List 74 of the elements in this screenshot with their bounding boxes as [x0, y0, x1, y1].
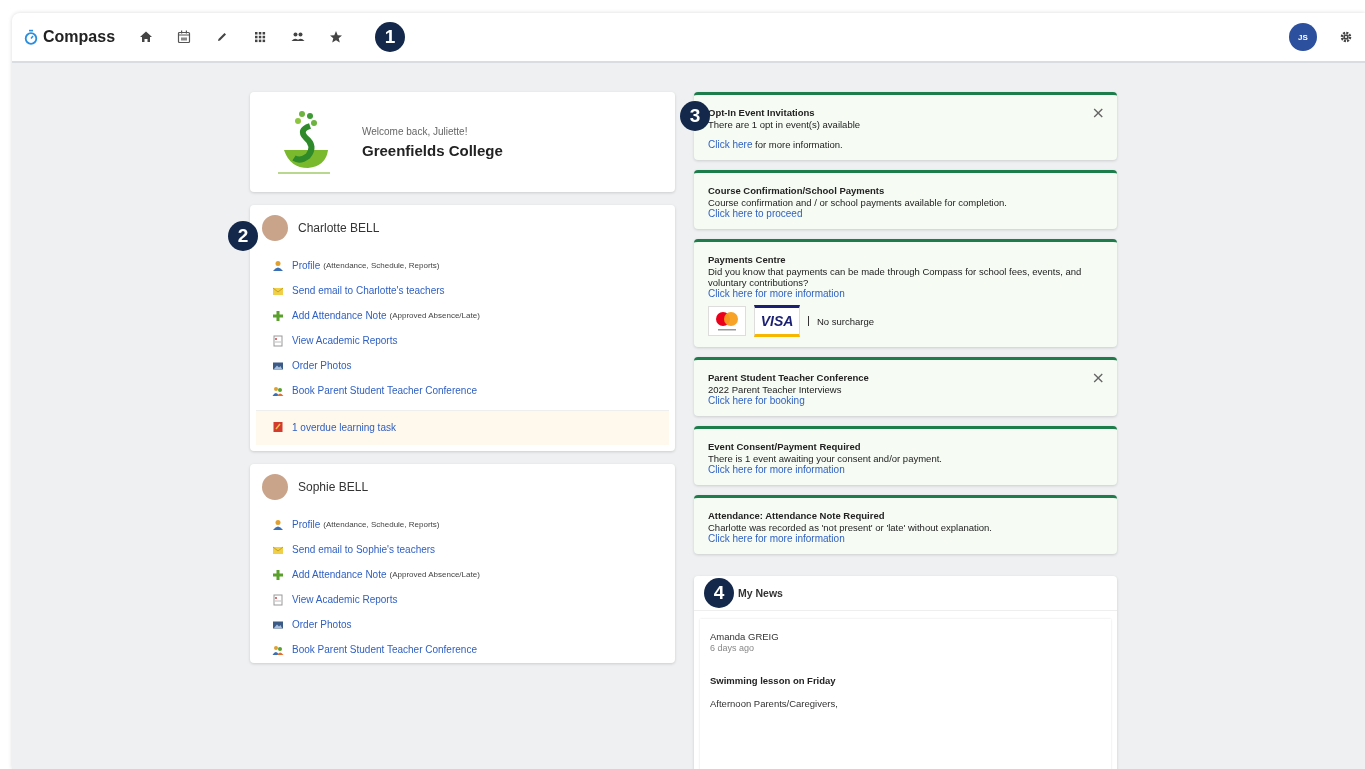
- grid-icon[interactable]: [253, 30, 268, 44]
- star-icon[interactable]: [329, 30, 344, 44]
- news-body: Afternoon Parents/Caregivers,: [710, 698, 839, 709]
- student-link[interactable]: View Academic Reports: [292, 594, 398, 605]
- visa-logo: VISA: [754, 305, 800, 337]
- book-icon: [272, 421, 284, 433]
- student-link[interactable]: Profile: [292, 260, 321, 271]
- callout-number: 4: [704, 578, 734, 608]
- alert-title: Event Consent/Payment Required: [708, 441, 861, 452]
- person-icon: [272, 518, 284, 531]
- alert-text: Did you know that payments can be made through Compass for school fees, events, and voluntary contributions?: [708, 266, 1083, 288]
- document-icon: [272, 593, 284, 606]
- student-link[interactable]: Book Parent Student Teacher Conference: [292, 644, 477, 655]
- news-subject: Swimming lesson on Friday: [710, 675, 837, 686]
- news-time: 6 days ago: [710, 643, 756, 653]
- student-link[interactable]: Order Photos: [292, 619, 352, 630]
- student-link[interactable]: Book Parent Student Teacher Conference: [292, 385, 477, 396]
- user-avatar[interactable]: JS: [1289, 23, 1317, 51]
- people-icon: [272, 643, 284, 656]
- document-icon: [272, 334, 284, 347]
- student-link[interactable]: Order Photos: [292, 360, 352, 371]
- alert-text: 2022 Parent Teacher Interviews: [708, 384, 842, 395]
- callout-number: 1: [375, 22, 406, 52]
- student-link[interactable]: Add Attendance Note: [292, 310, 387, 321]
- alert-text: Charlotte was recorded as 'not present' or 'late' without explanation.: [708, 522, 992, 533]
- alert-text: Click here for more information.: [708, 139, 843, 150]
- settings-icon[interactable]: [1339, 30, 1353, 44]
- school-name: Greenfields College: [362, 141, 503, 159]
- calendar-icon[interactable]: [177, 30, 192, 44]
- link-note: (Attendance, Schedule, Reports): [323, 261, 440, 270]
- student-avatar: [262, 215, 288, 241]
- student-link[interactable]: Send email to Sophie's teachers: [292, 544, 436, 555]
- plus-icon: [272, 309, 284, 322]
- student-name: Charlotte BELL: [298, 221, 380, 235]
- callout-number: 2: [228, 221, 258, 251]
- link-note: (Approved Absence/Late): [389, 311, 480, 320]
- close-button[interactable]: ×: [1091, 105, 1105, 121]
- student-name: Sophie BELL: [298, 480, 369, 494]
- close-button[interactable]: ×: [1091, 370, 1105, 386]
- alert-link[interactable]: Click here for more information: [708, 533, 1103, 544]
- alert-title: Course Confirmation/School Payments: [708, 185, 885, 196]
- task-link[interactable]: 1 overdue learning task: [292, 421, 396, 433]
- stopwatch-icon: [24, 29, 38, 45]
- welcome-text: Welcome back, Juliette!: [362, 125, 469, 137]
- student-link[interactable]: Send email to Charlotte's teachers: [292, 285, 445, 296]
- callout-number: 3: [680, 101, 710, 131]
- alert-title: Payments Centre: [708, 254, 786, 265]
- alert-title: Attendance: Attendance Note Required: [708, 510, 885, 521]
- alert-link[interactable]: Click here for booking: [708, 395, 1103, 406]
- news-author: Amanda GREIG: [710, 631, 780, 642]
- mastercard-logo: [708, 306, 746, 336]
- alert-link[interactable]: Click here: [708, 139, 753, 150]
- link-note: (Attendance, Schedule, Reports): [323, 520, 440, 529]
- alert-text: Course confirmation and / or school payments available for completion.: [708, 197, 1007, 208]
- alert-text: There is 1 event awaiting your consent and/or payment.: [708, 453, 942, 464]
- person-icon: [272, 259, 284, 272]
- plus-icon: [272, 568, 284, 581]
- people-icon: [272, 384, 284, 397]
- alert-link[interactable]: Click here for more information: [708, 288, 1103, 299]
- alert-link[interactable]: Click here for more information: [708, 464, 1103, 475]
- logo-text: Compass: [43, 28, 116, 46]
- student-link[interactable]: View Academic Reports: [292, 335, 398, 346]
- compass-logo[interactable]: Compass: [24, 28, 116, 46]
- alert-text: There are 1 opt in event(s) available: [708, 119, 861, 130]
- student-link[interactable]: Add Attendance Note: [292, 569, 387, 580]
- surcharge-note: No surcharge: [817, 315, 875, 327]
- people-icon[interactable]: [291, 30, 306, 44]
- student-link[interactable]: Profile: [292, 519, 321, 530]
- alert-link[interactable]: Click here to proceed: [708, 208, 1103, 219]
- link-note: (Approved Absence/Late): [389, 570, 480, 579]
- news-title: My News: [738, 587, 783, 599]
- alert-title: Parent Student Teacher Conference: [708, 372, 869, 383]
- student-avatar: [262, 474, 288, 500]
- home-icon[interactable]: [139, 30, 154, 44]
